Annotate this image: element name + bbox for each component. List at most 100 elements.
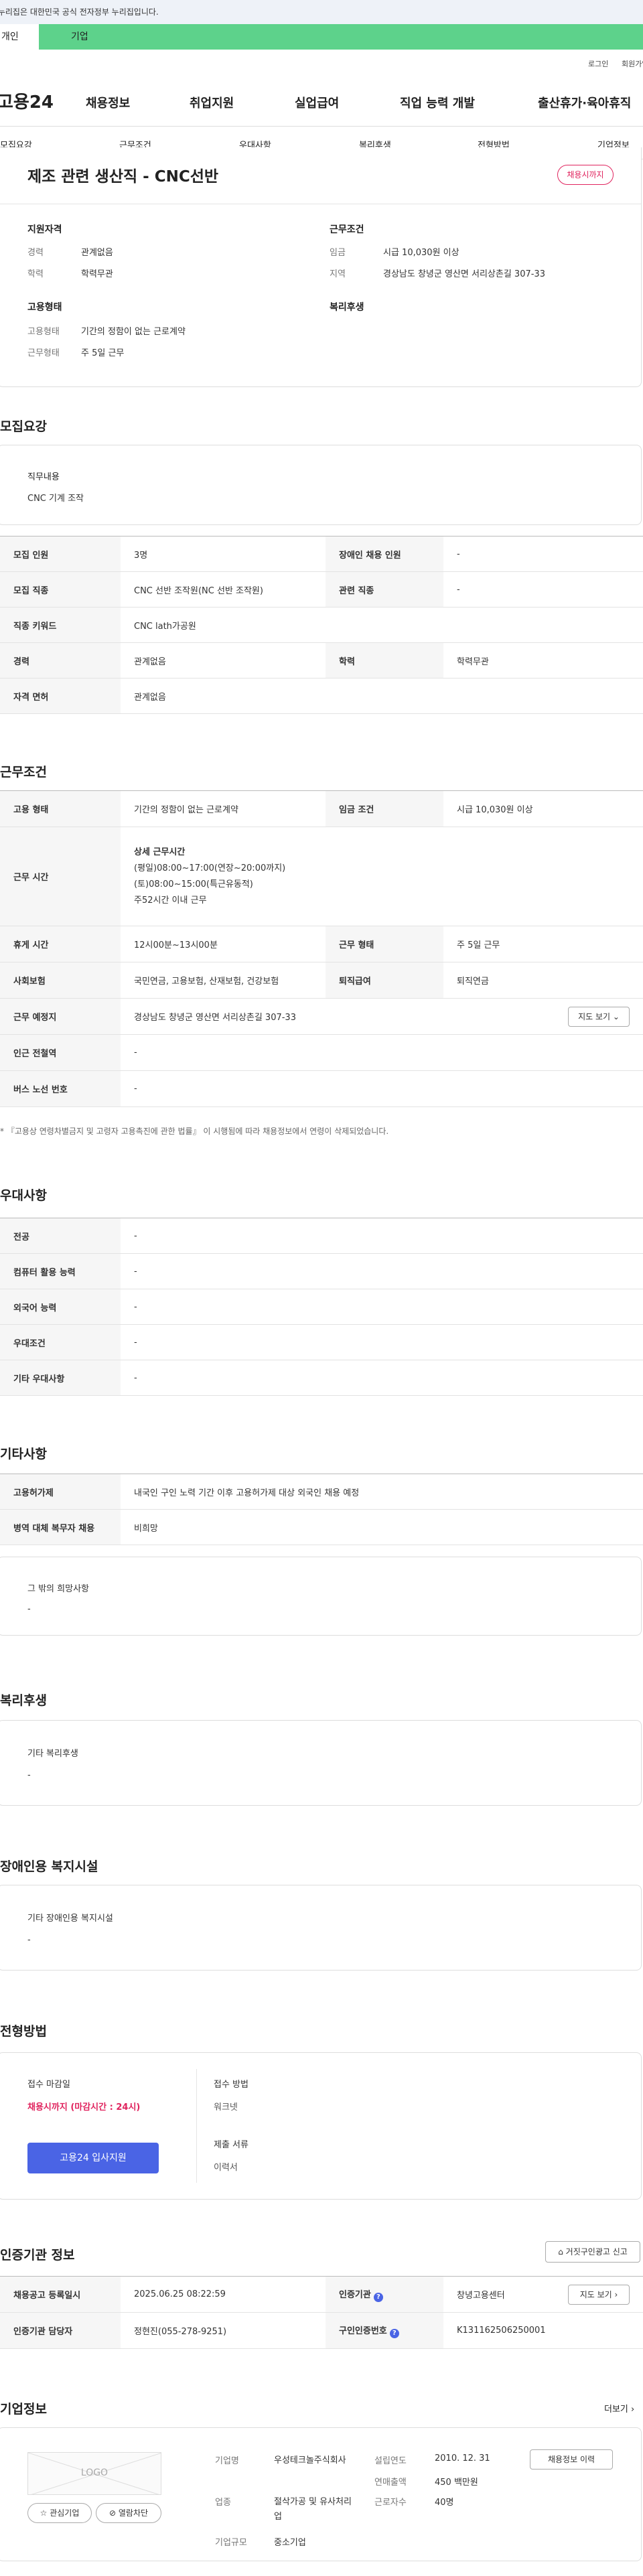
cert-section-title: 인증기관 정보 (0, 2248, 75, 2263)
cond-value-wage: 시급 10,030원 이상 (383, 248, 459, 258)
cert-num-label: 구인인증번호 (339, 2325, 387, 2336)
cell-value: - (121, 1360, 643, 1396)
info-icon[interactable]: ? (373, 2292, 383, 2302)
etc-other-value: - (27, 1604, 31, 1614)
cell-value: 시급 10,030원 이상 (443, 790, 643, 827)
gnb-item-leave[interactable]: 출산휴가·육아휴직 (538, 94, 631, 111)
work-table: 고용 형태 기간의 정함이 없는 근로계약 임금 조건 시급 10,030원 이… (0, 790, 643, 1107)
signup-link[interactable]: 회원가입 (622, 58, 643, 69)
fav-label: 관심기업 (50, 2508, 80, 2518)
work-hours-cell: 상세 근무시간 (평일)08:00~17:00(연장~20:00까지) (토)0… (121, 827, 643, 926)
cell-value: - (443, 571, 643, 607)
map-button[interactable]: 지도 보기 ⌄ (568, 1007, 630, 1027)
cell-header: 퇴직급여 (326, 962, 443, 999)
company-est-value: 2010. 12. 31 (435, 2453, 490, 2463)
cell-header: 고용 형태 (0, 790, 121, 827)
table-row: 근무 시간 상세 근무시간 (평일)08:00~17:00(연장~20:00까지… (0, 827, 643, 926)
cell-value: 국민연금, 고용보험, 산재보험, 건강보험 (121, 962, 326, 999)
company-sales-label: 연매출액 (374, 2478, 407, 2488)
cell-value: CNC 선반 조작원(NC 선반 조작원) (121, 571, 326, 607)
work-section-title: 근무조건 (0, 765, 47, 780)
cell-header: 채용공고 등록일시 (0, 2276, 121, 2313)
chevron-right-icon: › (614, 2290, 618, 2299)
etc-table: 고용허가제 내국인 구인 노력 기간 이후 고용허가제 대상 외국인 채용 예정 … (0, 1474, 643, 1545)
table-row: 사회보험 국민연금, 고용보험, 산재보험, 건강보험 퇴직급여 퇴직연금 (0, 962, 643, 999)
apply-button[interactable]: 고용24 입사지원 (27, 2143, 159, 2173)
cell-header: 모집 직종 (0, 571, 121, 607)
cell-header: 버스 노선 번호 (0, 1070, 121, 1107)
cell-header: 인증기관? (326, 2276, 443, 2313)
company-est-label: 설립연도 (374, 2456, 407, 2466)
table-row: 휴게 시간 12시00분~13시00분 근무 형태 주 5일 근무 (0, 926, 643, 962)
tab-personal[interactable]: 개인 (0, 24, 39, 50)
chevron-down-icon: ⌄ (612, 1012, 620, 1021)
gov-banner: 이 누리집은 대한민국 공식 전자정부 누리집입니다. (0, 0, 643, 24)
tab-company[interactable]: 기업 (39, 24, 643, 50)
cell-header: 장애인 채용 인원 (326, 536, 443, 572)
info-icon[interactable]: ? (389, 2328, 399, 2338)
cert-org-label: 인증기관 (339, 2289, 371, 2300)
duty-card: 직무내용 CNC 기계 조작 (0, 445, 642, 525)
login-link[interactable]: 로그인 (588, 58, 608, 69)
company-size-label: 기업규모 (215, 2538, 247, 2548)
cell-header: 임금 조건 (326, 790, 443, 827)
table-row: 컴퓨터 활용 능력 - (0, 1253, 643, 1289)
benefit-label: 기타 복리후생 (27, 1749, 78, 1759)
cell-value: - (121, 1034, 643, 1071)
table-row: 인근 전철역 - (0, 1034, 643, 1071)
cell-header: 근무 예정지 (0, 998, 121, 1035)
cell-value: - (443, 536, 643, 572)
cell-value: - (121, 1253, 643, 1289)
gnb-item-skills[interactable]: 직업 능력 개발 (400, 94, 475, 111)
cell-value: - (121, 1324, 643, 1360)
company-emp-value: 40명 (435, 2498, 454, 2508)
cell-header: 외국어 능력 (0, 1289, 121, 1325)
block-company-button[interactable]: ⊘ 열람차단 (96, 2503, 161, 2523)
chevron-right-icon: › (631, 2405, 635, 2415)
table-row: 채용공고 등록일시 2025.06.25 08:22:59 인증기관? 창녕고용… (0, 2276, 643, 2313)
docs-value: 이력서 (214, 2163, 238, 2173)
cell-header: 전공 (0, 1218, 121, 1254)
cell-value: 주 5일 근무 (443, 926, 643, 962)
cert-map-label: 지도 보기 (579, 2290, 612, 2299)
cell-header: 구인인증번호? (326, 2312, 443, 2349)
cond-value-region: 경상남도 창녕군 영산면 서리상촌길 307-33 (383, 269, 545, 279)
table-row: 병역 대체 복무자 채용 비희망 (0, 1509, 643, 1545)
cert-table: 채용공고 등록일시 2025.06.25 08:22:59 인증기관? 창녕고용… (0, 2276, 643, 2349)
table-row: 모집 직종 CNC 선반 조작원(NC 선반 조작원) 관련 직종 - (0, 571, 643, 607)
company-more-link[interactable]: 더보기 › (604, 2402, 634, 2415)
cert-map-button[interactable]: 지도 보기 › (568, 2285, 630, 2305)
emp-label-type: 고용형태 (27, 327, 60, 337)
method-value: 워크넷 (214, 2102, 238, 2113)
emp-value-type: 기간의 정함이 없는 근로계약 (81, 327, 186, 337)
cell-header: 컴퓨터 활용 능력 (0, 1253, 121, 1289)
map-button-label: 지도 보기 (578, 1012, 611, 1021)
report-fake-ad-button[interactable]: ⌂ 거짓구인광고 신고 (545, 2241, 640, 2263)
cell-value: 12시00분~13시00분 (121, 926, 326, 962)
selection-section-title: 전형방법 (0, 2024, 47, 2039)
company-logo: LOGO (27, 2452, 161, 2495)
table-row: 근무 예정지 경상남도 창녕군 영산면 서리상촌길 307-33 지도 보기 ⌄ (0, 998, 643, 1035)
cell-header: 자격 면허 (0, 678, 121, 714)
favorite-company-button[interactable]: ☆ 관심기업 (27, 2503, 92, 2523)
table-row: 자격 면허 관계없음 (0, 678, 643, 714)
cell-value: 관계없음 (121, 642, 326, 678)
gnb-item-employment-support[interactable]: 취업지원 (190, 94, 234, 111)
home-icon: ⌂ (558, 2247, 563, 2257)
cell-value: - (121, 1289, 643, 1325)
cell-value: 퇴직연금 (443, 962, 643, 999)
disabled-label: 기타 장애인용 복지시설 (27, 1914, 113, 1924)
work-hours-head: 상세 근무시간 (134, 847, 186, 857)
cell-value: K131162506250001 (443, 2312, 643, 2349)
cell-header: 인근 전철역 (0, 1034, 121, 1071)
company-size-value: 중소기업 (274, 2538, 306, 2548)
welfare-title: 복리후생 (330, 302, 364, 313)
disabled-card: 기타 장애인용 복지시설 - (0, 1885, 642, 1971)
age-notice: * 『고용상 연령차별금지 및 고령자 고용촉진에 관한 법률』 이 시행됨에 … (0, 1127, 389, 1136)
gnb-item-unemployment-benefit[interactable]: 실업급여 (295, 94, 339, 111)
site-logo[interactable]: 고용24 (0, 88, 54, 113)
job-history-button[interactable]: 채용정보 이력 (530, 2449, 613, 2470)
deadline-value: 채용시까지 (마감시간 : 24시) (27, 2102, 141, 2113)
company-sales-value: 450 백만원 (435, 2478, 478, 2488)
gnb-item-jobs[interactable]: 채용정보 (86, 94, 130, 111)
